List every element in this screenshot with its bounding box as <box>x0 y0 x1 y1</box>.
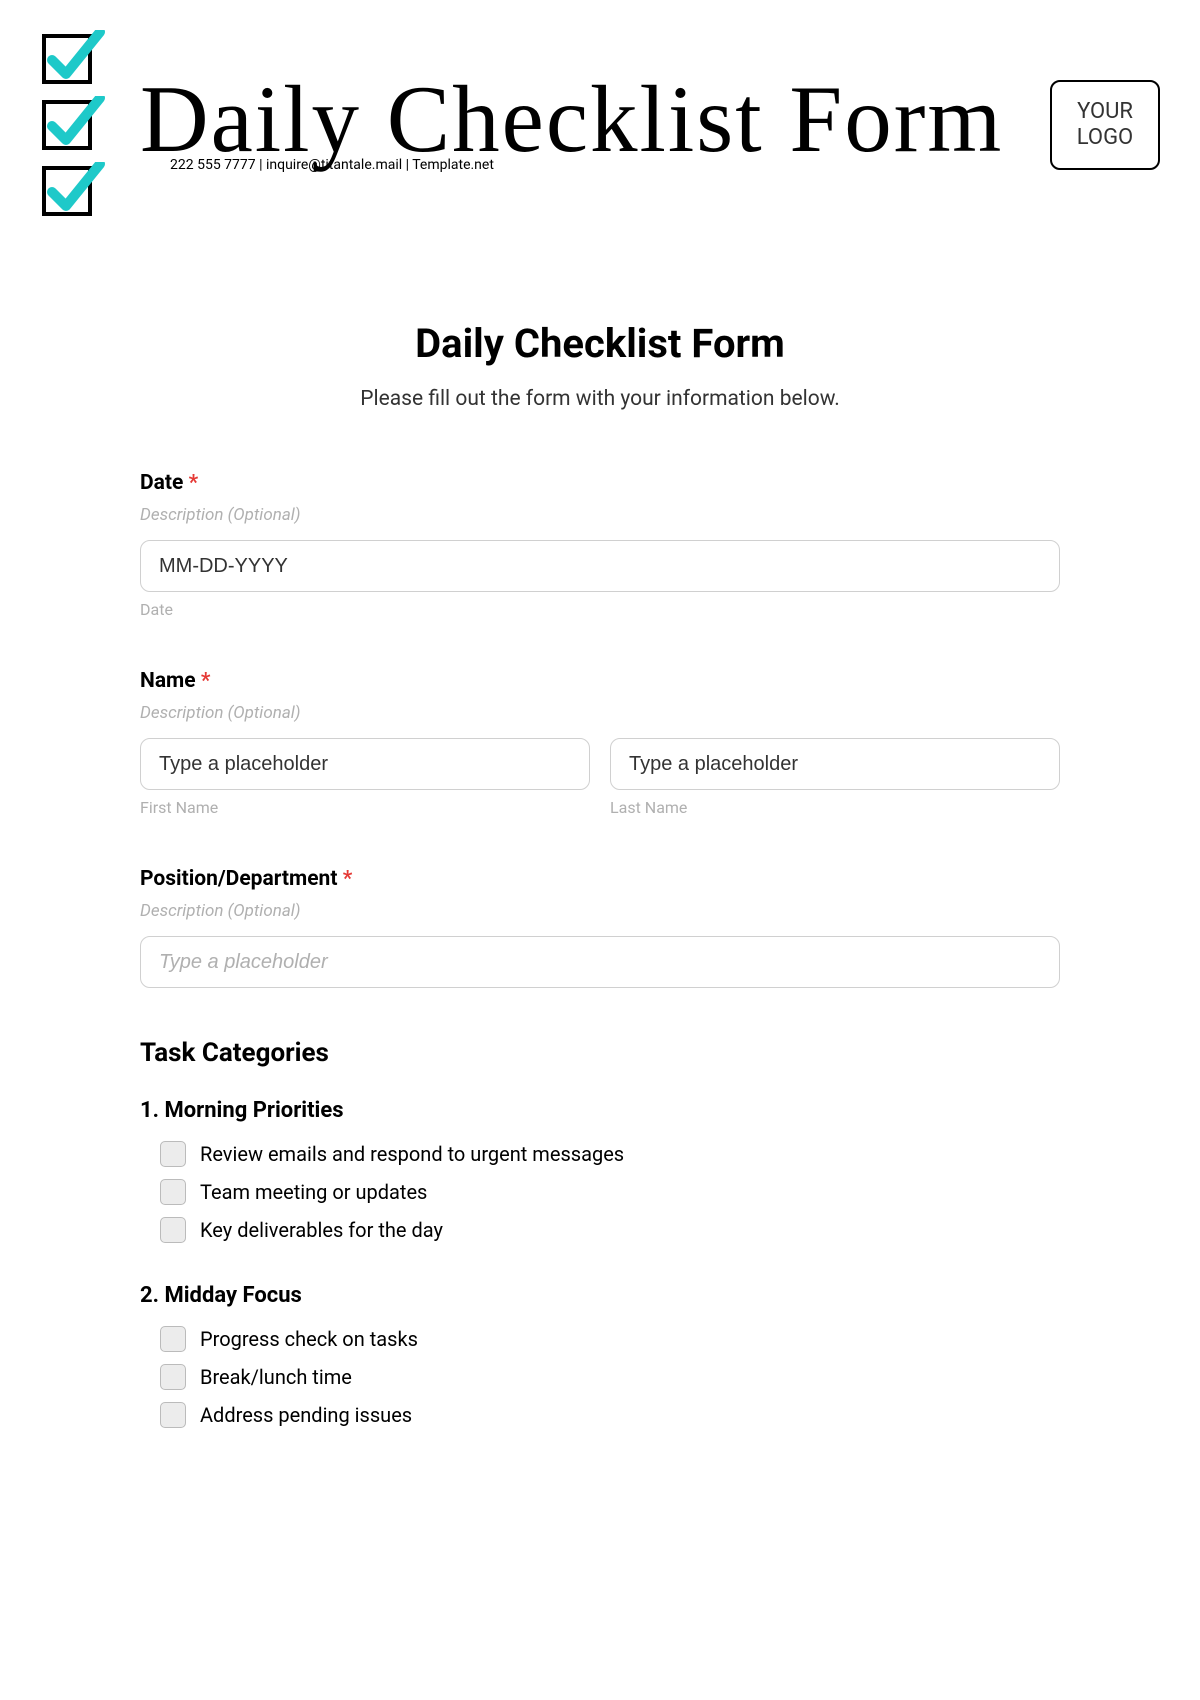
check-text: Review emails and respond to urgent mess… <box>200 1142 624 1166</box>
position-field-group: Position/Department * Description (Optio… <box>140 867 1060 988</box>
category-1-list: Review emails and respond to urgent mess… <box>140 1141 1060 1243</box>
position-input[interactable] <box>140 936 1060 988</box>
list-item: Progress check on tasks <box>160 1326 1060 1352</box>
last-name-sublabel: Last Name <box>610 798 1060 817</box>
date-description: Description (Optional) <box>140 505 1060 525</box>
check-text: Progress check on tasks <box>200 1327 418 1351</box>
checkbox[interactable] <box>160 1364 186 1390</box>
checkbox[interactable] <box>160 1217 186 1243</box>
position-description: Description (Optional) <box>140 901 1060 921</box>
date-input[interactable] <box>140 540 1060 592</box>
position-label: Position/Department * <box>140 867 1060 891</box>
title-area: Daily Checklist Form 222 555 7777 | inqu… <box>140 77 1020 174</box>
first-name-col: First Name <box>140 738 590 817</box>
list-item: Team meeting or updates <box>160 1179 1060 1205</box>
list-item: Break/lunch time <box>160 1364 1060 1390</box>
name-field-group: Name * Description (Optional) First Name… <box>140 669 1060 817</box>
header: Daily Checklist Form 222 555 7777 | inqu… <box>40 30 1160 220</box>
form-title: Daily Checklist Form <box>140 320 1060 367</box>
category-1: 1. Morning Priorities Review emails and … <box>140 1098 1060 1243</box>
last-name-input[interactable] <box>610 738 1060 790</box>
form-subtitle: Please fill out the form with your infor… <box>140 387 1060 411</box>
list-item: Review emails and respond to urgent mess… <box>160 1141 1060 1167</box>
category-2-title: 2. Midday Focus <box>140 1283 1060 1308</box>
checkmark-icon <box>40 30 110 88</box>
list-item: Address pending issues <box>160 1402 1060 1428</box>
category-2: 2. Midday Focus Progress check on tasks … <box>140 1283 1060 1428</box>
name-description: Description (Optional) <box>140 703 1060 723</box>
checkbox[interactable] <box>160 1326 186 1352</box>
position-label-text: Position/Department <box>140 867 337 891</box>
checkbox[interactable] <box>160 1402 186 1428</box>
task-categories-heading: Task Categories <box>140 1038 1060 1068</box>
first-name-input[interactable] <box>140 738 590 790</box>
form-container: Daily Checklist Form Please fill out the… <box>120 320 1080 1428</box>
date-label-text: Date <box>140 471 183 495</box>
check-text: Break/lunch time <box>200 1365 352 1389</box>
check-text: Address pending issues <box>200 1403 412 1427</box>
script-title: Daily Checklist Form <box>140 77 1020 163</box>
date-sublabel: Date <box>140 600 1060 619</box>
required-mark: * <box>189 471 199 495</box>
checkbox[interactable] <box>160 1179 186 1205</box>
decorative-check-icons <box>40 30 110 220</box>
last-name-col: Last Name <box>610 738 1060 817</box>
required-mark: * <box>343 867 353 891</box>
date-label: Date * <box>140 471 1060 495</box>
check-text: Team meeting or updates <box>200 1180 427 1204</box>
checkmark-icon <box>40 162 110 220</box>
date-field-group: Date * Description (Optional) Date <box>140 471 1060 619</box>
required-mark: * <box>201 669 211 693</box>
category-1-title: 1. Morning Priorities <box>140 1098 1060 1123</box>
name-label: Name * <box>140 669 1060 693</box>
logo-placeholder: YOUR LOGO <box>1050 80 1160 170</box>
checkbox[interactable] <box>160 1141 186 1167</box>
checkmark-icon <box>40 96 110 154</box>
name-row: First Name Last Name <box>140 738 1060 817</box>
name-label-text: Name <box>140 669 196 693</box>
category-2-list: Progress check on tasks Break/lunch time… <box>140 1326 1060 1428</box>
check-text: Key deliverables for the day <box>200 1218 443 1242</box>
list-item: Key deliverables for the day <box>160 1217 1060 1243</box>
first-name-sublabel: First Name <box>140 798 590 817</box>
